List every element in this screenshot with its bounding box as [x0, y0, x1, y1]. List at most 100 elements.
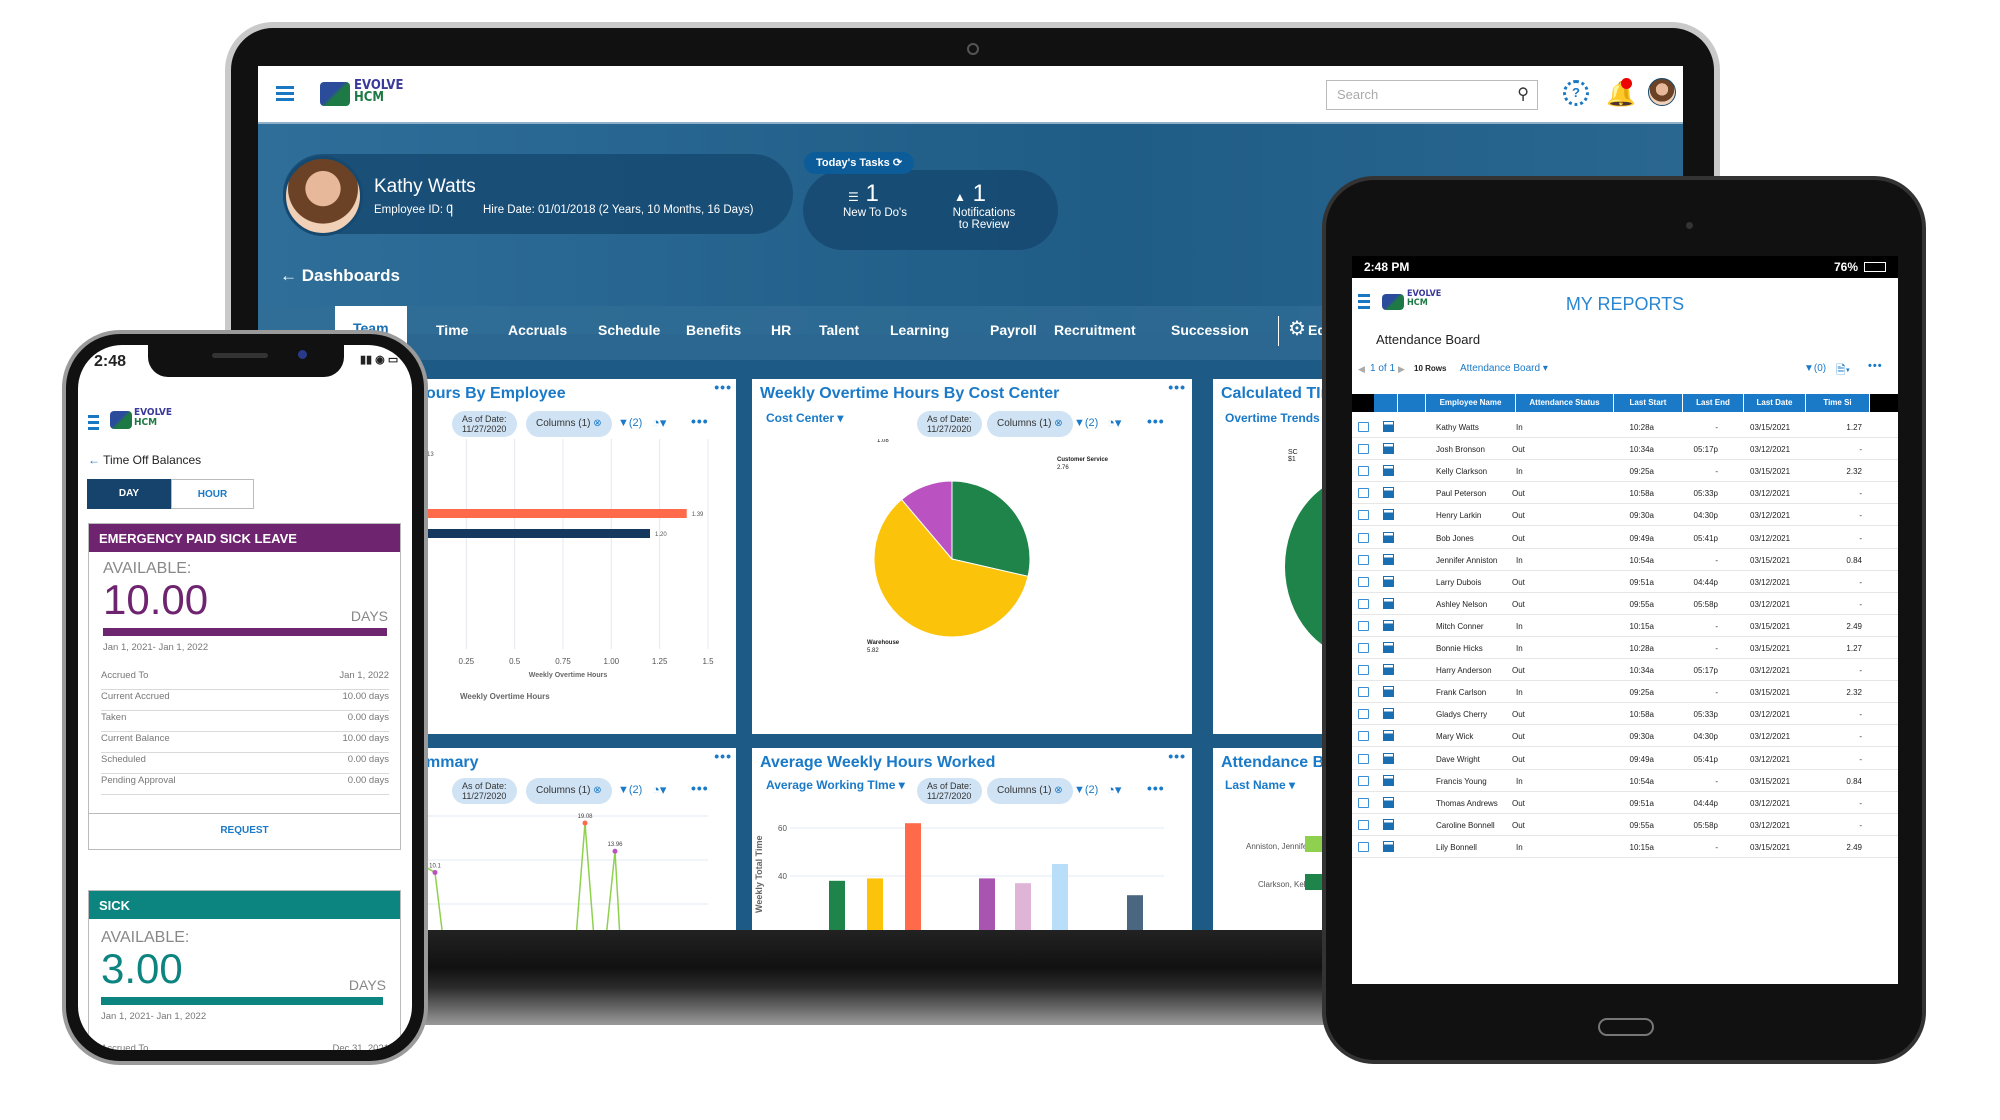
edit-icon[interactable]	[1358, 598, 1369, 609]
employee-detail-icon[interactable]	[1383, 443, 1394, 455]
employee-detail-icon[interactable]	[1383, 708, 1394, 720]
tab-time[interactable]: Time	[436, 322, 468, 338]
edit-icon[interactable]	[1358, 488, 1369, 499]
more-icon[interactable]: •••	[691, 413, 709, 429]
search-icon[interactable]: ⚲	[1517, 84, 1529, 104]
tab-hr[interactable]: HR	[771, 322, 791, 338]
brand-logo[interactable]: EVOLVE HCM	[354, 79, 403, 104]
search-input[interactable]: Search ⚲	[1326, 80, 1538, 110]
col-header[interactable]: Last Start	[1614, 394, 1683, 412]
employee-detail-icon[interactable]	[1383, 730, 1394, 742]
employee-detail-icon[interactable]	[1383, 619, 1394, 631]
tab-schedule[interactable]: Schedule	[598, 322, 660, 338]
employee-detail-icon[interactable]	[1383, 487, 1394, 499]
tab-benefits[interactable]: Benefits	[686, 322, 741, 338]
view-selector[interactable]: Attendance Board ▾	[1460, 363, 1548, 374]
employee-detail-icon[interactable]	[1383, 575, 1394, 587]
card-menu-icon[interactable]: •••	[714, 379, 732, 395]
last-name-selector[interactable]: Last Name ▾	[1225, 778, 1295, 792]
next-page-icon[interactable]: ▶	[1398, 364, 1405, 375]
edit-icon[interactable]	[1358, 731, 1369, 742]
edit-icon[interactable]	[1358, 444, 1369, 455]
employee-detail-icon[interactable]	[1383, 509, 1394, 521]
clear-icon[interactable]: ⊗	[1054, 418, 1062, 429]
toggle-day[interactable]: DAY	[87, 479, 171, 509]
export-icon[interactable]: 🗎▾	[1836, 361, 1850, 382]
filter-button[interactable]: ▼(2)	[618, 417, 642, 429]
employee-detail-icon[interactable]	[1383, 796, 1394, 808]
as-of-date-chip[interactable]: As of Date: 11/27/2020	[917, 411, 982, 437]
col-header[interactable]: Last Date	[1744, 394, 1806, 412]
card-menu-icon[interactable]: •••	[1168, 748, 1186, 764]
edit-icon[interactable]	[1358, 576, 1369, 587]
as-of-date-chip[interactable]: As of Date: 11/27/2020	[452, 411, 517, 437]
card-menu-icon[interactable]: •••	[714, 748, 732, 764]
working-time-selector[interactable]: Average Working TIme ▾	[766, 778, 905, 792]
tab-learning[interactable]: Learning	[890, 322, 949, 338]
menu-icon[interactable]	[88, 415, 99, 418]
clear-icon[interactable]: ⊗	[1054, 785, 1062, 796]
employee-detail-icon[interactable]	[1383, 642, 1394, 653]
employee-detail-icon[interactable]	[1383, 752, 1394, 764]
columns-chip[interactable]: Columns (1) ⊗	[987, 778, 1073, 804]
clear-icon[interactable]: ⊗	[593, 418, 601, 429]
chart-type-icon[interactable]: ◔▾	[652, 415, 666, 431]
employee-detail-icon[interactable]	[1383, 686, 1394, 698]
edit-icon[interactable]	[1358, 819, 1369, 830]
edit-icon[interactable]	[1358, 554, 1369, 565]
request-button[interactable]: REQUEST	[89, 813, 400, 849]
tab-recruitment[interactable]: Recruitment	[1054, 322, 1136, 338]
cost-center-selector[interactable]: Cost Center ▾	[766, 411, 843, 425]
employee-detail-icon[interactable]	[1383, 553, 1394, 565]
edit-icon[interactable]	[1358, 709, 1369, 720]
columns-chip[interactable]: Columns (1) ⊗	[526, 778, 612, 804]
chart-type-icon[interactable]: ◔▾	[1107, 415, 1121, 431]
col-header[interactable]: Time Si	[1806, 394, 1870, 412]
filter-button[interactable]: ▼(2)	[1074, 417, 1098, 429]
edit-icon[interactable]	[1358, 466, 1369, 477]
edit-icon[interactable]	[1358, 532, 1369, 543]
toggle-hour[interactable]: HOUR	[171, 479, 254, 509]
edit-icon[interactable]	[1358, 841, 1369, 852]
as-of-date-chip[interactable]: As of Date: 11/27/2020	[917, 778, 982, 804]
columns-chip[interactable]: Columns (1) ⊗	[987, 411, 1073, 437]
edit-icon[interactable]	[1358, 753, 1369, 764]
col-header[interactable]: Attendance Status	[1516, 394, 1614, 412]
edit-icon[interactable]	[1358, 422, 1369, 432]
more-icon[interactable]: •••	[1147, 413, 1165, 429]
edit-icon[interactable]	[1358, 687, 1369, 698]
employee-detail-icon[interactable]	[1383, 840, 1394, 852]
clear-icon[interactable]: ⊗	[593, 785, 601, 796]
employee-detail-icon[interactable]	[1383, 597, 1394, 609]
tab-talent[interactable]: Talent	[819, 322, 859, 338]
more-icon[interactable]: •••	[691, 780, 709, 796]
col-header[interactable]: Employee Name	[1426, 394, 1516, 412]
employee-detail-icon[interactable]	[1383, 664, 1394, 676]
edit-icon[interactable]	[1358, 643, 1369, 653]
employee-detail-icon[interactable]	[1383, 818, 1394, 830]
tab-succession[interactable]: Succession	[1171, 322, 1249, 338]
col-header[interactable]: Last End	[1683, 394, 1744, 412]
tab-accruals[interactable]: Accruals	[508, 322, 567, 338]
help-icon[interactable]: ?	[1563, 80, 1589, 106]
user-avatar[interactable]	[1648, 78, 1676, 106]
menu-icon[interactable]	[276, 86, 294, 89]
filter-button[interactable]: ▼(0)	[1804, 363, 1826, 374]
columns-chip[interactable]: Columns (1) ⊗	[526, 411, 612, 437]
employee-detail-icon[interactable]	[1383, 774, 1394, 786]
employee-detail-icon[interactable]	[1383, 465, 1394, 477]
more-icon[interactable]: •••	[1147, 780, 1165, 796]
todays-tasks-button[interactable]: Today's Tasks ⟳	[804, 152, 915, 174]
filter-button[interactable]: ▼(2)	[618, 784, 642, 796]
notifications-count[interactable]: ▲ 1	[954, 180, 986, 208]
chart-type-icon[interactable]: ◔▾	[652, 782, 666, 798]
tab-payroll[interactable]: Payroll	[990, 322, 1037, 338]
card-menu-icon[interactable]: •••	[1168, 379, 1186, 395]
chart-type-icon[interactable]: ◔▾	[1107, 782, 1121, 798]
overtime-trends-selector[interactable]: Overtime Trends ▾	[1225, 411, 1329, 425]
edit-icon[interactable]	[1358, 797, 1369, 808]
employee-detail-icon[interactable]	[1383, 421, 1394, 432]
home-button[interactable]	[1598, 1018, 1654, 1036]
settings-gear-icon[interactable]: ⚙	[1288, 316, 1306, 341]
more-icon[interactable]: •••	[1868, 360, 1883, 372]
